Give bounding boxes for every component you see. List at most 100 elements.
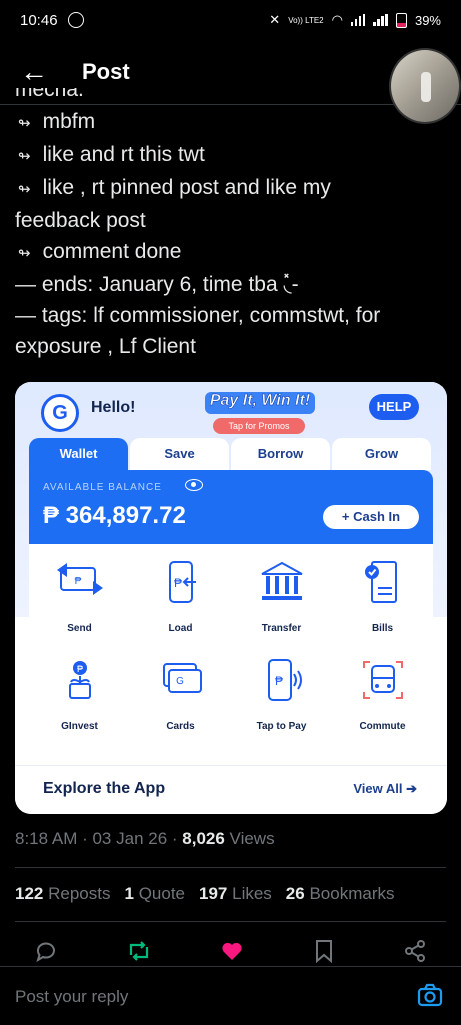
reposts-stat[interactable]: 122 Reposts	[15, 884, 110, 904]
tweet-cut-line: mecha.	[15, 88, 84, 101]
network-label: Vo)) LTE2	[288, 15, 324, 25]
reply-bar: Post your reply	[0, 966, 461, 1025]
promo-subtitle: Tap for Promos	[213, 418, 305, 434]
squiggle-arrow-icon: ↬	[18, 148, 31, 165]
service-label: Bills	[371, 623, 394, 634]
service-label: Tap to Pay	[256, 721, 307, 732]
eye-icon	[185, 479, 203, 491]
balance-label: AVAILABLE BALANCE	[43, 482, 162, 493]
camera-icon[interactable]	[417, 983, 443, 1007]
cash-in-button: + Cash In	[323, 505, 419, 529]
action-bar	[0, 934, 461, 968]
quote-stat[interactable]: 1 Quote	[124, 884, 185, 904]
balance-amount: ₱ 364,897.72	[43, 502, 186, 529]
load-icon: ₱	[168, 561, 196, 603]
balance-panel: AVAILABLE BALANCE ₱ 364,897.72 + Cash In	[29, 470, 433, 544]
send-icon: ₱	[56, 563, 103, 595]
tab-save: Save	[130, 438, 229, 470]
squiggle-arrow-icon: ↬	[18, 245, 31, 262]
attached-image[interactable]: G Hello! Pay It, Win It! Tap for Promos …	[15, 382, 447, 814]
tab-borrow: Borrow	[231, 438, 330, 470]
help-button: HELP	[369, 394, 419, 420]
bills-icon	[364, 561, 397, 603]
reply-icon[interactable]	[34, 939, 58, 963]
squiggle-arrow-icon: ↬	[18, 181, 31, 198]
back-arrow-icon[interactable]: ←	[20, 56, 50, 88]
views-count: 8,026	[182, 829, 225, 848]
svg-text:₱: ₱	[76, 664, 82, 674]
hello-text: Hello!	[91, 399, 136, 416]
service-send: ₱ Send	[29, 544, 130, 642]
bookmarks-stat[interactable]: 26 Bookmarks	[286, 884, 395, 904]
share-icon[interactable]	[403, 939, 427, 963]
service-label: GInvest	[61, 721, 98, 732]
reply-input[interactable]: Post your reply	[15, 987, 128, 1007]
service-label: Transfer	[261, 623, 302, 634]
tweet-line: comment done	[42, 240, 182, 263]
squiggle-arrow-icon: ↬	[18, 115, 31, 132]
ginvest-icon: ₱	[68, 661, 91, 699]
signal-icon-2	[373, 14, 388, 26]
post-timestamp: 8:18 AM · 03 Jan 26 ·	[15, 829, 183, 848]
page-title: Post	[82, 59, 130, 84]
service-transfer: Transfer	[231, 544, 332, 642]
tab-wallet: Wallet	[29, 438, 128, 470]
quote-label: Quote	[138, 884, 185, 903]
tweet-line: like and rt this twt	[42, 143, 205, 166]
tab-grow: Grow	[332, 438, 431, 470]
tap-to-pay-icon: ₱	[267, 659, 302, 701]
bus-icon	[362, 661, 403, 699]
divider	[15, 921, 446, 922]
svg-text:₱: ₱	[173, 576, 181, 590]
battery-icon	[395, 12, 407, 28]
battery-level: 39%	[414, 12, 441, 28]
service-load: ₱ Load	[130, 544, 231, 642]
repost-icon[interactable]	[126, 939, 152, 963]
tweet-line: mbfm	[42, 110, 96, 133]
service-bills: Bills	[332, 544, 433, 642]
reposts-count: 122	[15, 884, 44, 903]
service-cards: G Cards	[130, 642, 231, 740]
cards-icon: G	[162, 663, 202, 693]
like-icon[interactable]	[220, 939, 244, 963]
reposts-label: Reposts	[48, 884, 111, 903]
post-meta: 8:18 AM · 03 Jan 26 · 8,026 Views	[15, 829, 275, 849]
quote-count: 1	[124, 884, 134, 903]
gcash-logo: G	[41, 394, 79, 432]
bookmark-icon[interactable]	[313, 939, 335, 963]
service-label: Cards	[166, 721, 195, 732]
status-time: 10:46	[20, 11, 58, 29]
tweet-line: — tags: lf commissioner, commstwt, for	[15, 304, 381, 327]
svg-text:₱: ₱	[274, 674, 282, 688]
views-label: Views	[224, 829, 275, 848]
svg-text:₱: ₱	[74, 576, 81, 587]
tweet-line: exposure , Lf Client	[15, 335, 196, 358]
view-all-link: View All ➔	[353, 781, 417, 796]
svg-text:G: G	[176, 676, 184, 687]
bank-icon	[261, 561, 302, 600]
tweet-line: feedback post	[15, 209, 146, 232]
likes-count: 197	[199, 884, 228, 903]
promo-banner: Pay It, Win It!	[205, 392, 315, 414]
service-label: Send	[67, 623, 92, 634]
mute-icon: ✕	[269, 12, 281, 27]
engagement-stats: 122 Reposts 1 Quote 197 Likes 26 Bookmar…	[15, 884, 394, 904]
explore-title: Explore the App	[43, 780, 166, 797]
service-tap-to-pay: ₱ Tap to Pay	[231, 642, 332, 740]
service-ginvest: ₱ GInvest	[29, 642, 130, 740]
explore-bar: Explore the App View All ➔	[15, 765, 447, 814]
tweet-line: like , rt pinned post and like my	[42, 176, 331, 199]
bookmarks-count: 26	[285, 884, 305, 903]
tweet-text: mecha. ↬ mbfm ↬ like and rt this twt ↬ like…	[15, 88, 446, 362]
likes-stat[interactable]: 197 Likes	[199, 884, 272, 904]
wifi-icon: ◠	[331, 12, 343, 27]
tweet-line: — ends: January 6, time tba ◟̽-	[15, 273, 299, 296]
gcash-tabs: Wallet Save Borrow Grow	[29, 438, 433, 470]
service-label: Load	[168, 623, 193, 634]
services-grid: ₱ Send ₱ Load Transfer Bills ₱ GInvest G…	[29, 544, 433, 740]
service-commute: Commute	[332, 642, 433, 740]
status-bar: 10:46 ✕ Vo)) LTE2 ◠ 39%	[0, 0, 461, 40]
service-label: Commute	[359, 721, 406, 732]
divider	[15, 867, 446, 868]
messenger-icon	[67, 12, 84, 28]
